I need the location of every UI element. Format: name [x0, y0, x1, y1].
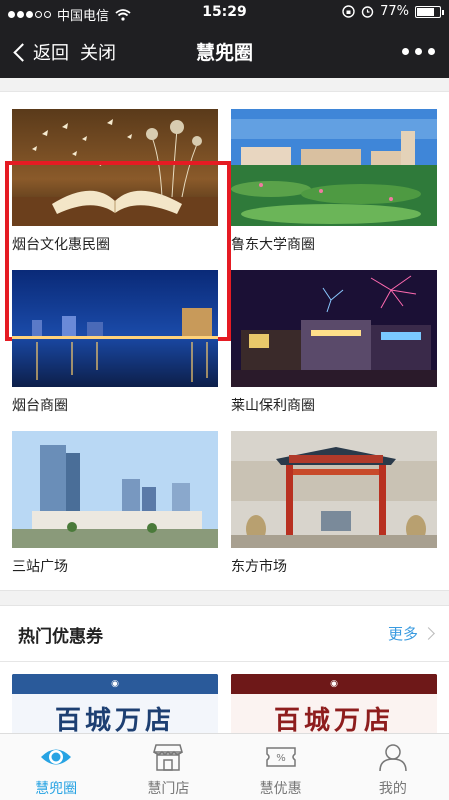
storefront-icon	[151, 742, 185, 772]
circle-label: 鲁东大学商圈	[231, 237, 315, 253]
circle-card-ludong-university[interactable]: 鲁东大学商圈	[231, 109, 437, 254]
circle-image-market-gate	[231, 431, 437, 548]
tab-huidouquan[interactable]: 慧兜圈	[0, 734, 112, 800]
circle-card-laishan-poly[interactable]: 莱山保利商圈	[231, 270, 437, 415]
circle-card-sanzhan-square[interactable]: 三站广场	[12, 431, 218, 576]
coupon-banner-text: 百城万店	[231, 694, 437, 733]
coupon-section-header: 热门优惠券 更多	[0, 606, 449, 662]
circle-label: 莱山保利商圈	[231, 398, 315, 414]
circle-image-university	[231, 109, 437, 226]
more-label: 更多	[387, 625, 418, 643]
section-divider	[0, 590, 449, 606]
status-bar: 中国电信 15:29 77%	[0, 0, 449, 26]
nav-bar: 返回 关闭 慧兜圈	[0, 26, 449, 78]
more-coupons-link[interactable]: 更多	[387, 623, 435, 644]
circle-card-yantai[interactable]: 烟台商圈	[12, 270, 218, 415]
alarm-clock-icon	[361, 6, 374, 18]
more-options-icon[interactable]	[402, 48, 435, 55]
circle-image-towers	[12, 431, 218, 548]
eye-icon	[39, 742, 73, 772]
top-divider	[0, 78, 449, 92]
tab-label: 慧门店	[147, 781, 190, 797]
user-icon	[376, 742, 410, 772]
coupon-card-2[interactable]: ◉ 百城万店	[231, 674, 437, 733]
tab-wode[interactable]: 我的	[337, 734, 449, 800]
tab-label: 慧优惠	[259, 781, 302, 797]
tab-huimendian[interactable]: 慧门店	[112, 734, 224, 800]
circle-label: 三站广场	[12, 559, 68, 575]
coupon-bank-strip: ◉	[231, 674, 437, 694]
circle-image-mall	[231, 270, 437, 387]
bottom-tab-bar: 慧兜圈 慧门店 % 慧优惠 我的	[0, 733, 449, 800]
tab-label: 慧兜圈	[35, 781, 78, 797]
page-title: 慧兜圈	[195, 42, 253, 64]
coupon-banner-text: 百城万店	[12, 694, 218, 733]
svg-text:%: %	[276, 753, 286, 764]
tab-label: 我的	[378, 781, 407, 797]
circle-image-city-night	[12, 270, 218, 387]
coupon-percent-icon: %	[264, 742, 298, 772]
bank-logo-icon: ◉	[330, 679, 338, 689]
bank-logo-icon: ◉	[111, 679, 119, 689]
battery-icon	[415, 5, 444, 18]
main-content: 烟台文化惠民圈 鲁东大学商圈 烟台商圈 莱山保利商圈 三站广场 东方市场 热门优…	[0, 78, 449, 733]
tab-huiyouhui[interactable]: % 慧优惠	[225, 734, 337, 800]
coupon-card-1[interactable]: ◉ 百城万店	[12, 674, 218, 733]
coupon-bank-strip: ◉	[12, 674, 218, 694]
coupon-section-title: 热门优惠券	[18, 627, 103, 647]
circle-label: 烟台商圈	[12, 398, 68, 414]
rotation-lock-icon	[342, 5, 355, 18]
chevron-right-icon	[422, 627, 435, 640]
circle-card-dongfang-market[interactable]: 东方市场	[231, 431, 437, 576]
circle-label: 东方市场	[231, 559, 287, 575]
battery-percent: 77%	[380, 4, 409, 19]
